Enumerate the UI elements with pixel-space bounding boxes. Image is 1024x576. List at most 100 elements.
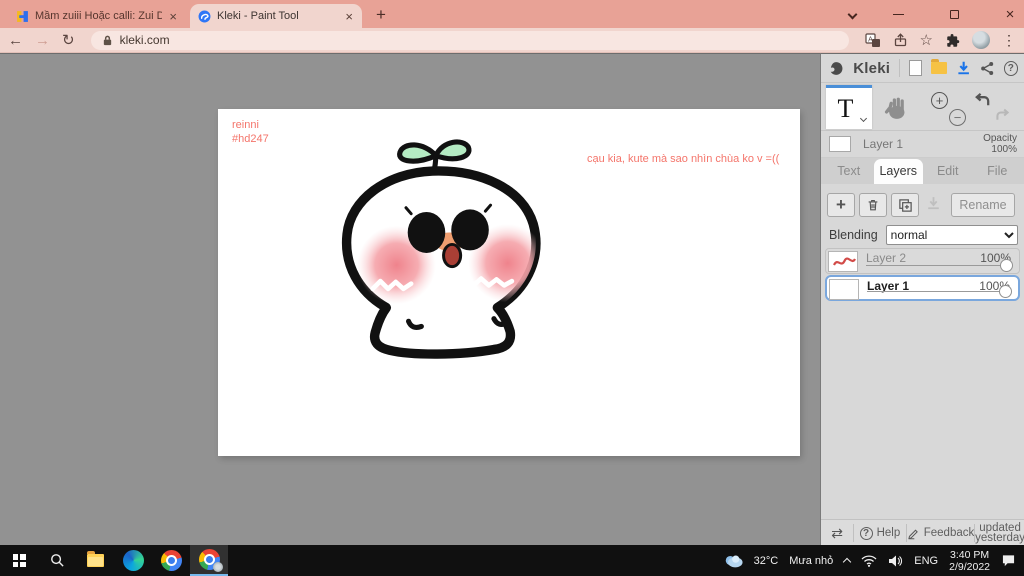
blending-select[interactable]: normal xyxy=(885,225,1018,245)
artist-signature: reinni #hd247 xyxy=(232,118,269,146)
share-icon[interactable] xyxy=(980,61,994,76)
extensions-puzzle-icon[interactable] xyxy=(945,33,960,48)
chrome-button[interactable] xyxy=(152,545,190,576)
canvas-caption-text: cạu kia, kute mà sao nhìn chùa ko v =(( xyxy=(587,153,780,165)
layer-name: Layer 2 xyxy=(866,251,907,265)
windows-logo-icon xyxy=(12,554,26,567)
file-explorer-button[interactable] xyxy=(76,545,114,576)
menu-kebab-icon[interactable]: ⋮ xyxy=(1002,32,1016,49)
weather-desc[interactable]: Mưa nhỏ xyxy=(789,555,833,567)
active-layer-row: Layer 1 Opacity 100% xyxy=(821,131,1024,158)
duplicate-layer-button[interactable] xyxy=(891,193,919,217)
taskbar-search-button[interactable] xyxy=(38,545,76,576)
weather-icon[interactable] xyxy=(723,553,743,568)
zoom-in-icon[interactable]: + xyxy=(931,92,948,109)
forward-icon[interactable]: → xyxy=(35,33,50,48)
tab-layers[interactable]: Layers xyxy=(873,159,923,184)
start-button[interactable] xyxy=(0,545,38,576)
question-icon: ? xyxy=(859,526,873,540)
show-hidden-icons-chevron[interactable] xyxy=(843,557,852,567)
signature-line2: #hd247 xyxy=(232,133,269,145)
help-icon[interactable]: ? xyxy=(1003,60,1018,76)
chrome-icon xyxy=(160,550,182,571)
new-tab-button[interactable]: + xyxy=(376,5,386,25)
redo-icon[interactable] xyxy=(994,107,1011,124)
updated-status: updated yesterday xyxy=(975,522,1024,544)
minimize-icon[interactable] xyxy=(884,0,912,28)
tab-kleki[interactable]: Kleki - Paint Tool × xyxy=(190,4,362,28)
restore-icon[interactable] xyxy=(940,0,968,28)
url-text: kleki.com xyxy=(119,33,170,47)
feedback-label: Feedback xyxy=(923,527,975,539)
layer-row-2[interactable]: Layer 2 100% xyxy=(825,248,1020,274)
profile-avatar[interactable] xyxy=(972,31,990,49)
pencil-icon xyxy=(908,529,918,539)
back-icon[interactable]: ← xyxy=(8,33,23,48)
layer-row-1-selected[interactable]: Layer 1 100% xyxy=(825,275,1020,301)
text-tool-button[interactable]: T xyxy=(826,85,872,129)
address-bar[interactable]: kleki.com xyxy=(90,30,849,50)
swap-colors-button[interactable]: ⇄ xyxy=(821,520,853,546)
search-icon xyxy=(50,554,64,567)
hand-tool-button[interactable] xyxy=(873,85,919,129)
share-icon[interactable] xyxy=(893,33,908,47)
opacity-slider-knob[interactable] xyxy=(999,285,1012,298)
drawing-canvas[interactable]: reinni #hd247 cạu kia, kute mà sao nhìn … xyxy=(218,109,800,456)
add-layer-button[interactable]: + xyxy=(827,193,855,217)
opacity-slider-knob[interactable] xyxy=(1000,259,1013,272)
language-indicator[interactable]: ENG xyxy=(914,555,938,567)
tab-text[interactable]: Text xyxy=(824,159,874,184)
undo-icon[interactable] xyxy=(973,91,992,110)
help-button[interactable]: ? Help xyxy=(854,520,906,546)
opacity-slider-track[interactable] xyxy=(867,291,1006,292)
zoom-out-icon[interactable]: − xyxy=(949,109,966,126)
reload-icon[interactable]: ↻ xyxy=(62,33,75,48)
kleki-sidebar: Kleki ? T + − Layer 1 Opacity 100% Text … xyxy=(820,53,1024,546)
screen: Mầm zuiii Hoặc calli: Zui Digi :) C × Kl… xyxy=(0,0,1024,576)
new-image-icon[interactable] xyxy=(909,60,922,76)
tab-close-icon[interactable]: × xyxy=(168,10,178,23)
action-center-icon[interactable] xyxy=(1001,554,1016,567)
weather-temp[interactable]: 32°C xyxy=(754,555,779,567)
kleki-favicon xyxy=(198,10,211,22)
wifi-icon[interactable] xyxy=(861,554,877,567)
kleki-logo-icon xyxy=(830,61,843,75)
bookmark-star-icon[interactable]: ☆ xyxy=(920,31,933,49)
close-icon[interactable]: × xyxy=(996,0,1024,28)
tab-file[interactable]: File xyxy=(973,159,1023,184)
edge-button[interactable] xyxy=(114,545,152,576)
tab-mam-zuiii[interactable]: Mầm zuiii Hoặc calli: Zui Digi :) C × xyxy=(8,4,186,28)
feedback-button[interactable]: Feedback xyxy=(907,520,975,546)
folder-icon xyxy=(86,551,104,567)
character-drawing xyxy=(341,139,541,359)
clock[interactable]: 3:40 PM 2/9/2022 xyxy=(949,549,990,573)
tab-title: Mầm zuiii Hoặc calli: Zui Digi :) C xyxy=(35,10,163,22)
chrome-active-button[interactable] xyxy=(190,545,228,576)
signature-line1: reinni xyxy=(232,119,259,131)
layer2-thumbnail xyxy=(828,251,858,272)
rename-button[interactable]: Rename xyxy=(951,193,1015,217)
delete-layer-button[interactable] xyxy=(859,193,887,217)
translate-icon[interactable]: A xyxy=(864,32,881,48)
opacity-readout: Opacity 100% xyxy=(983,133,1017,155)
panel-tabs: Text Layers Edit File xyxy=(821,158,1024,184)
opacity-slider-track[interactable] xyxy=(866,265,1007,266)
merge-layer-button[interactable] xyxy=(925,195,942,215)
h-logo-favicon xyxy=(17,10,28,22)
volume-icon[interactable] xyxy=(888,555,903,567)
windows-taskbar: 32°C Mưa nhỏ ENG 3:40 PM 2/9/2022 xyxy=(0,545,1024,576)
help-label: Help xyxy=(876,527,901,539)
tab-search-chevron-icon[interactable] xyxy=(838,0,866,28)
brand-name: Kleki xyxy=(853,59,891,77)
text-tool-glyph: T xyxy=(837,93,854,123)
browser-toolbar: ← → ↻ kleki.com A ☆ ⋮ xyxy=(0,28,1024,53)
active-layer-name: Layer 1 xyxy=(863,137,904,151)
duplicate-icon xyxy=(898,198,912,212)
hand-icon xyxy=(884,97,905,119)
tab-edit[interactable]: Edit xyxy=(923,159,973,184)
tab-close-icon[interactable]: × xyxy=(344,10,354,23)
sidebar-header: Kleki ? xyxy=(821,54,1024,83)
trash-icon xyxy=(868,199,878,211)
open-file-icon[interactable] xyxy=(930,59,947,74)
save-download-icon[interactable] xyxy=(956,60,971,76)
